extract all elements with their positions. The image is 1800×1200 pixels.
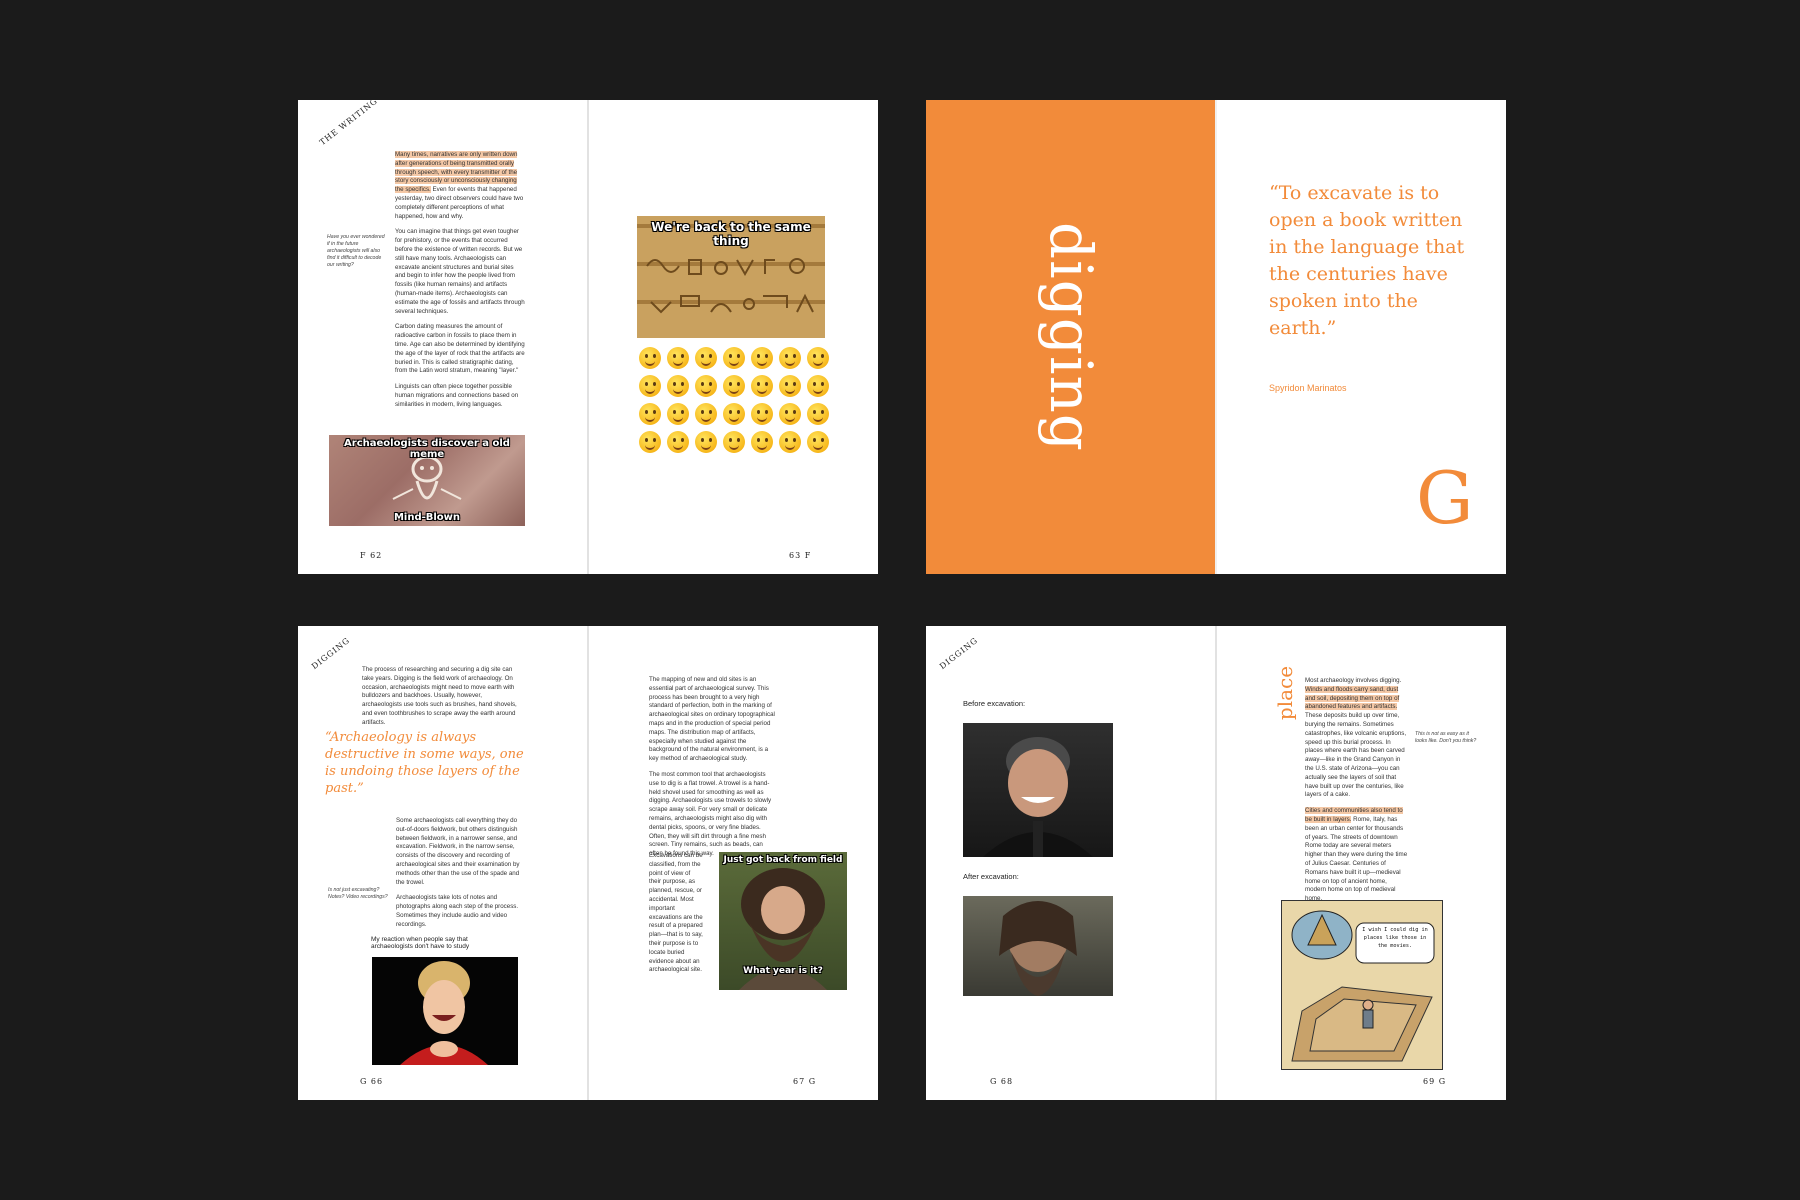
quote-attribution: Spyridon Marinatos xyxy=(1269,383,1347,393)
comic-illustration: I wish I could dig in places like those … xyxy=(1281,900,1443,1070)
tired-emoji-icon xyxy=(639,431,661,453)
body-column: The mapping of new and old sites is an e… xyxy=(649,676,777,866)
side-note: Have you ever wondered if in the future … xyxy=(327,234,385,269)
smiling-man-image-icon xyxy=(983,737,1093,857)
cave-painting-meme: Archaeologists discover a old meme Mind-… xyxy=(329,435,525,526)
quote-page: “To excavate is to open a book written i… xyxy=(1217,100,1506,574)
folio: F 62 xyxy=(360,551,383,560)
paragraph: Carbon dating measures the amount of rad… xyxy=(395,323,525,375)
page-68: DIGGING Before excavation: After excavat… xyxy=(926,626,1215,1100)
body-column: Most archaeology involves digging. Winds… xyxy=(1305,677,1409,911)
section-title: digging xyxy=(1037,222,1105,452)
relieved-emoji-icon xyxy=(695,431,717,453)
bearded-man-image-icon xyxy=(999,901,1077,996)
image-caption: My reaction when people say that archaeo… xyxy=(371,936,470,950)
disappointed-emoji-icon xyxy=(807,403,829,425)
body-column: Some archaeologists call everything they… xyxy=(396,817,526,937)
intro-paragraph: The process of researching and securing … xyxy=(362,666,517,726)
tears-of-joy-emoji-icon xyxy=(695,347,717,369)
page-66: DIGGING The process of researching and s… xyxy=(298,626,587,1100)
meme-top-caption: We're back to the same thing xyxy=(651,220,811,248)
winking-tongue-emoji-icon xyxy=(751,431,773,453)
kissing-closed-eyes-emoji-icon xyxy=(751,375,773,397)
smirk-emoji-icon xyxy=(751,403,773,425)
side-note: This is not as easy as it looks like. Do… xyxy=(1415,731,1477,745)
folio: 63 F xyxy=(789,551,812,560)
highlighted-text: Winds and floods carry sand, dust and so… xyxy=(1305,685,1400,711)
before-photo xyxy=(963,723,1113,857)
meme-bottom-caption: What year is it? xyxy=(743,966,823,976)
paragraph: These deposits build up over time, buryi… xyxy=(1305,712,1407,799)
spread-the-writing: THE WRITING Have you ever wondered if in… xyxy=(298,100,878,574)
paragraph: Rome, Italy, has been an urban center fo… xyxy=(1305,815,1408,903)
blush-emoji-icon xyxy=(779,375,801,397)
page-69: place Most archaeology involves digging.… xyxy=(1217,626,1506,1100)
running-head: THE WRITING xyxy=(318,100,380,148)
after-caption: After excavation: xyxy=(963,872,1019,881)
orange-title-page: digging xyxy=(926,100,1215,574)
neutral-emoji-icon xyxy=(639,403,661,425)
paragraph: Most archaeology involves digging. xyxy=(1305,677,1402,684)
running-head: DIGGING xyxy=(310,635,352,672)
paragraph: You can imagine that things get even tou… xyxy=(395,228,525,315)
sleeping-emoji-icon xyxy=(667,431,689,453)
side-note: Is not just excavating? Notes? Video rec… xyxy=(328,887,388,901)
folio: 67 G xyxy=(793,1077,817,1086)
bearded-man-meme: Just got back from field What year is it… xyxy=(719,852,847,990)
pull-quote: “To excavate is to open a book written i… xyxy=(1269,182,1465,339)
after-photo xyxy=(963,896,1113,996)
expressionless-emoji-icon xyxy=(667,403,689,425)
paragraph: The most common tool that archaeologists… xyxy=(649,770,772,858)
paragraph: Some archaeologists call everything they… xyxy=(396,817,520,886)
page-62: THE WRITING Have you ever wondered if in… xyxy=(298,100,587,574)
comic-speech-bubble: I wish I could dig in places like those … xyxy=(1362,927,1428,949)
grin-emoji-icon xyxy=(667,347,689,369)
emoji-grid xyxy=(639,347,829,453)
before-caption: Before excavation: xyxy=(963,699,1026,708)
running-head: DIGGING xyxy=(938,635,980,672)
meme-top-caption: Just got back from field xyxy=(723,855,843,865)
folio: G 68 xyxy=(990,1077,1014,1086)
laughing-woman-photo xyxy=(372,957,518,1065)
kissing-emoji-icon xyxy=(695,375,717,397)
hushed-emoji-icon xyxy=(695,403,717,425)
spread-place: DIGGING Before excavation: After excavat… xyxy=(926,626,1506,1100)
kissing-smile-emoji-icon xyxy=(723,375,745,397)
meme-bottom-caption: Mind-Blown xyxy=(393,512,461,523)
paragraph: Linguists can often piece together possi… xyxy=(395,383,519,408)
eye-roll-emoji-icon xyxy=(723,403,745,425)
unamused-emoji-icon xyxy=(807,431,829,453)
laughing-emoji-icon xyxy=(807,347,829,369)
meme-top-caption: Archaeologists discover a old meme xyxy=(344,438,510,460)
pull-quote: “Archaeology is always destructive in so… xyxy=(325,730,524,796)
section-side-title: place xyxy=(1273,665,1297,721)
heart-eyes-emoji-icon xyxy=(639,375,661,397)
page-63: We're back to the same thing 63 F xyxy=(589,100,878,574)
paragraph: The mapping of new and old sites is an e… xyxy=(649,676,775,763)
hieroglyph-meme: We're back to the same thing xyxy=(637,216,825,338)
slight-smile-emoji-icon xyxy=(807,375,829,397)
tongue-emoji-icon xyxy=(723,431,745,453)
narrow-column: Excavations can be classified, from the … xyxy=(649,852,703,974)
beaming-emoji-icon xyxy=(751,347,773,369)
sweat-smile-emoji-icon xyxy=(779,347,801,369)
persevere-emoji-icon xyxy=(779,403,801,425)
folio: 69 G xyxy=(1423,1077,1447,1086)
chapter-letter: G xyxy=(1416,456,1474,540)
folio: G 66 xyxy=(360,1077,384,1086)
smile-emoji-icon xyxy=(639,347,661,369)
spread-digging-title: digging “To excavate is to open a book w… xyxy=(926,100,1506,574)
smiley-emoji-icon xyxy=(723,347,745,369)
spread-digging: DIGGING The process of researching and s… xyxy=(298,626,878,1100)
body-column: Many times, narratives are only written … xyxy=(395,151,525,417)
squint-tongue-emoji-icon xyxy=(779,431,801,453)
paragraph: Archaeologists take lots of notes and ph… xyxy=(396,894,519,928)
laughing-woman-image-icon xyxy=(400,961,488,1065)
page-67: The mapping of new and old sites is an e… xyxy=(589,626,878,1100)
kissing-heart-emoji-icon xyxy=(667,375,689,397)
